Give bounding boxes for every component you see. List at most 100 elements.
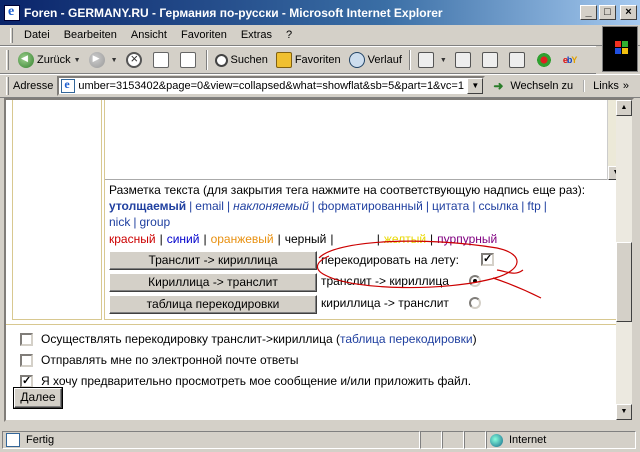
scroll-thumb[interactable] xyxy=(616,242,632,322)
translit-to-cyr-button[interactable]: Транслит -> кириллица xyxy=(109,251,317,270)
status-cell-2 xyxy=(420,431,442,449)
home-button[interactable] xyxy=(176,48,203,72)
print-button[interactable] xyxy=(451,48,478,72)
internet-globe-icon xyxy=(490,433,503,447)
menu-help[interactable]: ? xyxy=(279,29,299,41)
zone-cell: Internet xyxy=(486,431,636,449)
option-recode-table-link[interactable]: таблица перекодировки xyxy=(340,332,473,346)
forward-dropdown-icon[interactable]: ▼ xyxy=(111,57,118,64)
close-button[interactable]: × xyxy=(620,5,637,20)
go-label: Wechseln zu xyxy=(510,80,574,92)
toolbar-separator xyxy=(205,50,208,70)
address-grip[interactable] xyxy=(6,77,9,95)
menu-datei[interactable]: Datei xyxy=(17,29,57,41)
option-preview-text: Я хочу предварительно просмотреть мое со… xyxy=(41,374,472,388)
ebay-button[interactable]: ebY xyxy=(559,48,581,72)
tag-formatted-link[interactable]: форматированный xyxy=(318,199,423,213)
address-url[interactable]: umber=3153402&page=0&view=collapsed&what… xyxy=(78,80,483,92)
color-yellow-link[interactable]: желтый xyxy=(384,232,426,246)
status-text: Fertig xyxy=(26,434,55,446)
ie-window: Foren - GERMANY.RU - Германия по-русски … xyxy=(0,0,640,452)
recode-table-button[interactable]: таблица перекодировки xyxy=(109,295,317,314)
option-translit-close: ) xyxy=(472,332,477,346)
back-button[interactable]: Zurück ▼ xyxy=(14,48,85,72)
menu-ansicht[interactable]: Ansicht xyxy=(124,29,174,41)
search-label: Suchen xyxy=(230,54,268,66)
title-bar: Foren - GERMANY.RU - Германия по-русски … xyxy=(0,0,640,25)
go-arrow-icon: ➜ xyxy=(493,79,504,93)
go-button[interactable]: ➜ Wechseln zu xyxy=(493,79,573,93)
radio-cyr-to-translit[interactable] xyxy=(469,297,481,309)
menu-extras[interactable]: Extras xyxy=(234,29,279,41)
address-dropdown-icon[interactable]: ▼ xyxy=(467,78,484,94)
scroll-up-icon[interactable]: ▲ xyxy=(616,100,632,116)
page-scrollbar[interactable]: ▲ ▼ xyxy=(616,100,632,420)
forward-button[interactable]: ▼ xyxy=(85,48,122,72)
discuss-button[interactable] xyxy=(505,48,532,72)
maximize-button[interactable]: □ xyxy=(599,5,616,20)
tag-ftp-link[interactable]: ftp xyxy=(527,199,540,213)
links-button[interactable]: Links » xyxy=(583,80,629,92)
menu-bearbeiten[interactable]: Bearbeiten xyxy=(57,29,124,41)
history-button[interactable]: Verlauf xyxy=(345,48,406,72)
color-black-link[interactable]: черный xyxy=(285,232,327,246)
favorites-button[interactable]: Favoriten xyxy=(272,48,345,72)
tag-group-link[interactable]: group xyxy=(139,215,170,229)
home-icon xyxy=(179,52,196,68)
menu-grip[interactable] xyxy=(10,27,13,43)
message-textarea[interactable]: ▼ xyxy=(105,100,624,180)
cyr-to-translit-button[interactable]: Кириллица -> транслит xyxy=(109,273,317,292)
radio-translit-label: транслит -> кириллица xyxy=(321,274,449,288)
search-button[interactable]: Suchen xyxy=(211,48,272,72)
submit-button[interactable]: Далее xyxy=(14,388,62,408)
search-icon xyxy=(214,53,228,67)
tag-nick-link[interactable]: nick xyxy=(109,215,130,229)
option-translit-recode: Осуществлять перекодировку транслит->кир… xyxy=(20,332,477,346)
toolbar-separator xyxy=(408,50,411,70)
stop-button[interactable] xyxy=(122,48,149,72)
scroll-down-icon[interactable]: ▼ xyxy=(616,404,632,420)
status-cell-4 xyxy=(464,431,486,449)
tag-link-link[interactable]: ссылка xyxy=(478,199,518,213)
refresh-button[interactable] xyxy=(149,48,176,72)
mail-icon xyxy=(417,52,434,68)
markup-panel: Разметка текста (для закрытия тега нажми… xyxy=(109,183,586,229)
option-translit-checkbox[interactable] xyxy=(20,332,33,346)
mail-dropdown-icon[interactable]: ▼ xyxy=(440,57,447,64)
ie-icon xyxy=(4,4,20,21)
forward-arrow-icon xyxy=(88,52,105,68)
color-orange-link[interactable]: оранжевый xyxy=(211,232,274,246)
tag-email-link[interactable]: email xyxy=(195,199,224,213)
radio-translit-to-cyr[interactable] xyxy=(469,275,481,287)
links-chevron-icon: » xyxy=(622,80,629,92)
back-arrow-icon xyxy=(18,52,34,68)
mail-button[interactable]: ▼ xyxy=(414,48,451,72)
option-preview-checkbox[interactable]: ✓ xyxy=(20,374,33,388)
tag-bold-link[interactable]: утолщаемый xyxy=(109,199,186,213)
refresh-icon xyxy=(152,52,169,68)
page-status-icon xyxy=(6,433,20,447)
menu-favoriten[interactable]: Favoriten xyxy=(174,29,234,41)
recode-on-the-fly-label: перекодировать на лету: xyxy=(321,253,459,267)
tag-quote-link[interactable]: цитата xyxy=(432,199,469,213)
option-email-checkbox[interactable] xyxy=(20,353,33,367)
edit-button[interactable] xyxy=(478,48,505,72)
toolbar-grip[interactable] xyxy=(6,50,9,70)
back-dropdown-icon[interactable]: ▼ xyxy=(74,57,81,64)
color-white-link[interactable]: белый xyxy=(337,232,372,246)
favorites-label: Favoriten xyxy=(294,54,341,66)
minimize-button[interactable]: _ xyxy=(580,5,597,20)
color-blue-link[interactable]: синий xyxy=(167,232,200,246)
address-input[interactable]: umber=3153402&page=0&view=collapsed&what… xyxy=(57,76,486,96)
option-email-replies: Отправлять мне по электронной почте отве… xyxy=(20,353,299,367)
flower-button[interactable] xyxy=(532,48,559,72)
window-title: Foren - GERMANY.RU - Германия по-русски … xyxy=(24,5,443,20)
tag-italic-link[interactable]: наклоняемый xyxy=(233,199,309,213)
recode-checkbox[interactable]: ✓ xyxy=(481,253,494,266)
option-preview: ✓ Я хочу предварительно просмотреть мое … xyxy=(20,374,471,388)
edit-icon xyxy=(481,52,498,68)
back-label: Zurück xyxy=(37,54,71,66)
color-purple-link[interactable]: пурпурный xyxy=(437,232,497,246)
color-red-link[interactable]: красный xyxy=(109,232,156,246)
history-label: Verlauf xyxy=(367,54,402,66)
